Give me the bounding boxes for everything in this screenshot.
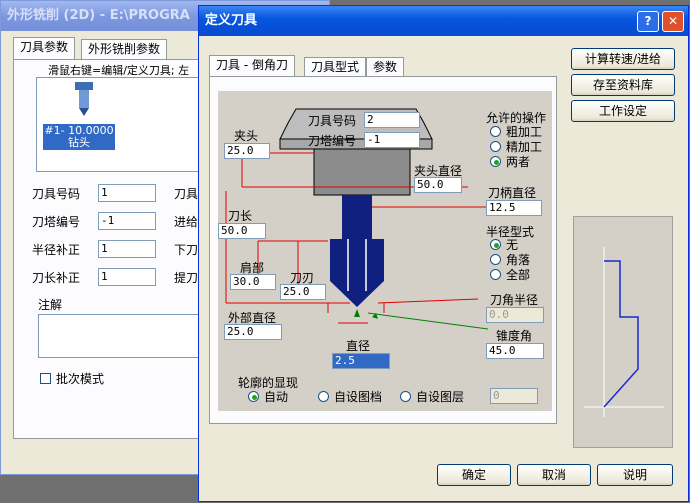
ops-radio-both[interactable] [490,156,501,167]
ops-radio-finish[interactable] [490,141,501,152]
bg-hint: 滑鼠右键=编辑/定义刀具; 左 [48,64,190,77]
work-settings-button[interactable]: 工作设定 [571,100,675,122]
turret-label: 刀塔编号 [32,215,81,229]
ops-radio-rough[interactable] [490,126,501,137]
batch-mode-checkbox[interactable] [40,373,51,384]
corner-radius-input: 0.0 [486,307,544,323]
profile-label-file: 自设图档 [334,390,383,404]
tab-chamfer-tool[interactable]: 刀具 - 倒角刀 [209,55,295,77]
help-icon[interactable]: ? [637,11,659,32]
outer-dia-input[interactable]: 25.0 [224,324,282,340]
chuck-dia-input[interactable]: 50.0 [414,177,462,193]
tool-diagram: 刀具号码 2 刀塔编号 -1 夹头 25.0 夹头直径 50.0 刀长 50.0… [218,91,552,411]
tool-profile-graphic [584,247,664,417]
corner-radius-label: 刀角半径 [490,293,539,307]
shoulder-input[interactable]: 30.0 [230,274,276,290]
radius-comp-label: 半径补正 [32,243,81,257]
turret-input[interactable]: -1 [98,212,156,230]
profile-label-layer: 自设图层 [416,390,465,404]
tab-tool-type[interactable]: 刀具型式 [304,57,367,77]
tool-number-input[interactable]: 2 [364,112,420,128]
radius-radio-full[interactable] [490,269,501,280]
right-label-4: 提刀 [174,271,199,285]
length-comp-label: 刀长补正 [32,271,81,285]
right-label-2: 进给 [174,215,199,229]
radius-comp-input[interactable]: 1 [98,240,156,258]
tool-item-type: 钻头 [68,136,90,149]
profile-radio-layer[interactable] [400,391,411,402]
tool-item-selected[interactable]: #1- 10.0000 钻头 [43,124,115,150]
define-tool-dialog: 定义刀具 ? ✕ 刀具 - 倒角刀 刀具型式 参数 刀具号码 2 刀塔编号 -1… [198,5,689,502]
radius-radio-none[interactable] [490,239,501,250]
profile-radio-auto[interactable] [248,391,259,402]
taper-label: 锥度角 [496,329,533,343]
dialog-title: 定义刀具 [199,6,688,36]
drill-tool-icon[interactable] [73,82,95,116]
dia-label: 直径 [346,339,371,353]
tool-profile-preview [573,216,673,448]
tab-contour-params[interactable]: 外形铣削参数 [81,39,168,59]
flute-input[interactable]: 25.0 [280,284,326,300]
batch-mode-label: 批次模式 [56,372,105,386]
length-label: 刀长 [228,209,253,223]
taper-input[interactable]: 45.0 [486,343,544,359]
turret-input[interactable]: -1 [364,132,420,148]
profile-layer-input: 0 [490,388,538,404]
turret-label: 刀塔编号 [308,134,357,148]
save-to-library-button[interactable]: 存至资料库 [571,74,675,96]
tool-number-label: 刀具号码 [32,187,81,201]
tab-tool-params[interactable]: 刀具参数 [13,37,76,59]
shank-dia-input[interactable]: 12.5 [486,200,542,216]
radius-radio-corner[interactable] [490,254,501,265]
chuck-label: 夹头 [234,129,259,143]
close-icon[interactable]: ✕ [662,11,684,32]
calc-speed-feed-button[interactable]: 计算转速/进给 [571,48,675,70]
ok-button[interactable]: 确定 [437,464,511,486]
right-label-1: 刀具 [174,187,199,201]
dialog-tab-panel: 刀具号码 2 刀塔编号 -1 夹头 25.0 夹头直径 50.0 刀长 50.0… [209,76,557,424]
dia-input[interactable]: 2.5 [332,353,390,369]
profile-label-auto: 自动 [264,390,289,404]
tool-number-label: 刀具号码 [308,114,357,128]
tab-params[interactable]: 参数 [366,57,405,77]
cancel-button[interactable]: 取消 [517,464,591,486]
radius-label-full: 全部 [506,268,531,282]
chuck-input[interactable]: 25.0 [224,143,270,159]
length-input[interactable]: 50.0 [218,223,266,239]
help-button[interactable]: 说明 [597,464,673,486]
tool-number-input[interactable]: 1 [98,184,156,202]
length-comp-input[interactable]: 1 [98,268,156,286]
bg-tabs: 刀具参数 外形铣削参数 [13,37,213,61]
ops-label-both: 两者 [506,155,531,169]
profile-radio-file[interactable] [318,391,329,402]
shank-dia-label: 刀柄直径 [488,186,537,200]
notes-textarea[interactable] [38,314,218,358]
notes-label: 注解 [38,298,63,312]
right-label-3: 下刀 [174,243,199,257]
